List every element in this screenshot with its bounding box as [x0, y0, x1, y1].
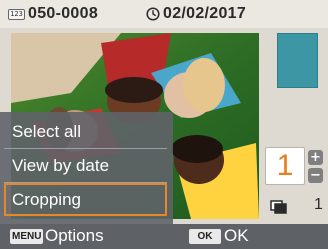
options-label: Options: [45, 226, 104, 245]
options-menu: Select all View by date Cropping: [0, 112, 173, 224]
bottom-bar: MENU Options OK OK: [0, 224, 328, 249]
menu-item-select-all[interactable]: Select all: [4, 115, 167, 148]
menu-item-cropping[interactable]: Cropping: [4, 183, 167, 216]
print-quantity[interactable]: 1: [265, 147, 305, 185]
menu-button[interactable]: MENU: [10, 229, 44, 244]
shooting-date: 02/02/2017: [163, 5, 247, 22]
minus-icon[interactable]: −: [308, 168, 323, 183]
paper-preview: [277, 33, 318, 88]
copies-icon: [270, 200, 287, 214]
plus-icon[interactable]: +: [308, 150, 323, 165]
copies-count: 1: [314, 196, 323, 213]
file-number-icon: 123: [8, 9, 25, 20]
status-bar: 123 050-0008 02/02/2017: [0, 0, 328, 28]
ok-button[interactable]: OK: [189, 229, 221, 244]
clock-icon: [146, 7, 160, 21]
menu-item-view-by-date[interactable]: View by date: [4, 149, 167, 182]
ok-label: OK: [224, 226, 249, 245]
file-number: 050-0008: [28, 5, 99, 22]
